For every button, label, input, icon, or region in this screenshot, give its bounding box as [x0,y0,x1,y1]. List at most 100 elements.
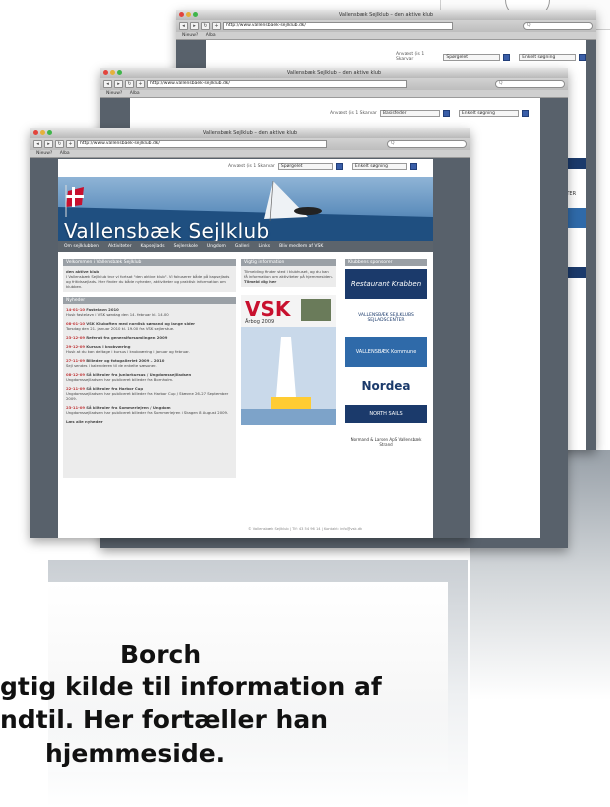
skift-go-button[interactable] [442,110,450,117]
search-field[interactable]: Q [387,140,467,148]
bookmark-item[interactable]: Nieuw? [36,151,52,156]
nav-item[interactable]: Kapsejlads [141,244,165,249]
magazine-thumb [301,299,331,321]
skift-select[interactable]: Spørgelet [277,163,333,170]
intro-box-header: Velkommen i Vallensbæk Sejlklub [63,259,236,266]
url-field[interactable]: http://www.vallensbaek-sejlklub.dk/ [147,80,407,88]
news-more-link[interactable]: Læs alle nyheder [66,419,233,424]
window-title: Vallensbæk Sejlklub – den aktive klub [338,12,434,18]
reload-icon[interactable]: ↻ [125,80,134,88]
sponsor-logo[interactable]: VALLENSBÆK Kommune [345,337,427,367]
news-text: Ungdomssejlladsen har publiceret billede… [66,391,229,401]
news-item[interactable]: 08-12-09 Så kiltroler fra juniorkursus /… [66,372,233,382]
search-field[interactable]: Q [523,22,593,30]
sponsor-logo[interactable]: Restaurant Krabben [345,269,427,299]
news-item[interactable]: 23-11-09 Så kiltroler fra Sommerlejren /… [66,405,233,415]
browser-toolbar: ◂ ▸ ↻ + http://www.vallensbaek-sejlklub.… [100,78,568,90]
news-item[interactable]: 29-12-09 Kursus i knobværing Husk at du k… [66,344,233,354]
login-select[interactable]: Enkelt søgning [351,163,407,170]
close-dot[interactable] [33,130,38,135]
caption-line: gtig kilde til information af [0,672,382,701]
skift-select[interactable]: Basisfeder [379,110,440,117]
url-field[interactable]: http://www.vallensbaek-sejlklub.dk/ [77,140,327,148]
left-column: Velkommen i Vallensbæk Sejlklub den akti… [63,259,236,478]
back-icon[interactable]: ◂ [103,80,112,88]
news-item[interactable]: 22-11-09 Så kiltroler fra Harbor Cup Ungd… [66,386,233,401]
login-go-button[interactable] [579,53,587,61]
minimize-dot[interactable] [40,130,45,135]
mid-box-header: Vigtig information [241,259,336,266]
skift-go-button[interactable] [503,53,511,61]
login-select[interactable]: Enkelt søgning [519,53,577,61]
zoom-dot[interactable] [193,12,198,17]
login-go-button[interactable] [521,110,529,117]
minimize-dot[interactable] [186,12,191,17]
magazine-title: VSK [245,297,291,321]
close-dot[interactable] [103,70,108,75]
browser-window-front: Vallensbæk Sejlklub – den aktive klub ◂ … [30,128,470,538]
add-tab-icon[interactable]: + [136,80,145,88]
forward-icon[interactable]: ▸ [44,140,53,148]
skift-label: Anvæst (is 1 Skarvar [228,164,275,169]
minimize-dot[interactable] [110,70,115,75]
zoom-dot[interactable] [47,130,52,135]
add-tab-icon[interactable]: + [212,22,221,30]
mid-link[interactable]: Tilmeld dig her [244,279,333,284]
skift-row: Anvæst (is 1 Skarvar Basisfeder Enkelt s… [330,110,529,117]
news-item[interactable]: 23-12-09 Referat fra generalforsamlingen… [66,335,233,340]
sponsor-logo[interactable]: NORTH SAILS [345,405,427,423]
nav-item[interactable]: Galleri [235,244,250,249]
sponsor-logo[interactable]: Nordea [345,371,427,401]
nav-item[interactable]: Ungdom [207,244,226,249]
nav-item[interactable]: Aktiviteter [108,244,132,249]
window-title: Vallensbæk Sejlklub – den aktive klub [286,70,382,76]
news-text: Ungdomssejlladsen har publiceret billede… [66,410,229,415]
news-text: Torsdag den 21. januar 2010 kl. 19.00 fr… [66,326,175,331]
news-date: 23-12-09 [66,335,86,340]
news-text: Husk fastelavn i VSK søndag den 14. febr… [66,312,169,317]
browser-toolbar: ◂ ▸ ↻ + http://www.vallensbaek-sejlklub.… [176,20,596,32]
bookmark-item[interactable]: Alba [60,151,70,156]
login-go-button[interactable] [409,163,417,170]
forward-icon[interactable]: ▸ [190,22,199,30]
skift-go-button[interactable] [335,163,343,170]
back-icon[interactable]: ◂ [33,140,42,148]
window-title: Vallensbæk Sejlklub – den aktive klub [202,130,298,136]
sponsors-header: Klubbens sponsorer [345,259,427,266]
skift-row: Anvæst (is 1 Skarvar Spørgelet Enkelt sø… [228,163,417,170]
add-tab-icon[interactable]: + [66,140,75,148]
nav-item[interactable]: Links [259,244,271,249]
nav-item[interactable]: Om sejlklubben [64,244,99,249]
magazine-cover[interactable]: VSK Årbog 2009 [241,295,336,425]
close-dot[interactable] [179,12,184,17]
intro-text: I Vallensbæk Sejlklub tror vi fortsat "d… [66,274,230,289]
nav-item[interactable]: Bliv medlem af VSK [279,244,323,249]
intro-box: den aktive klub I Vallensbæk Sejlklub tr… [63,266,236,292]
reload-icon[interactable]: ↻ [55,140,64,148]
bookmark-item[interactable]: Alba [130,91,140,96]
traffic-lights [33,130,52,135]
news-box: 14-01-10 Fastelavn 2010 Husk fastelavn i … [63,304,236,478]
sponsor-logo[interactable]: Normand & Larsen ApS Vallensbæk Strand [345,427,427,457]
news-item[interactable]: 08-01-10 VSK Klubaften med nordisk søman… [66,321,233,331]
news-item[interactable]: 27-11-09 Billeder og fotogalleriet 2009 … [66,358,233,368]
reload-icon[interactable]: ↻ [201,22,210,30]
sponsor-column: Klubbens sponsorer Restaurant Krabben VA… [345,259,427,461]
back-icon[interactable]: ◂ [179,22,188,30]
middle-column: Vigtig information Tilmelding finder ste… [241,259,336,425]
skift-select[interactable]: Spørgelet [443,53,501,61]
url-field[interactable]: http://www.vallensbaek-sejlklub.dk/ [223,22,453,30]
search-field[interactable]: Q [495,80,565,88]
sponsor-logo[interactable]: VALLENSBÆK SEJLKLUBS SEJLADSCENTER [345,303,427,333]
bookmark-item[interactable]: Nieuw? [106,91,122,96]
nav-item[interactable]: Sejlerskole [174,244,198,249]
sailor-icon [294,207,322,215]
zoom-dot[interactable] [117,70,122,75]
login-select[interactable]: Enkelt søgning [458,110,519,117]
news-item[interactable]: 14-01-10 Fastelavn 2010 Husk fastelavn i … [66,307,233,317]
bookmark-item[interactable]: Alba [206,33,216,38]
bookmark-item[interactable]: Nieuw? [182,33,198,38]
forward-icon[interactable]: ▸ [114,80,123,88]
traffic-lights [179,12,198,17]
news-title[interactable]: Referat fra generalforsamlingen 2009 [86,335,167,340]
